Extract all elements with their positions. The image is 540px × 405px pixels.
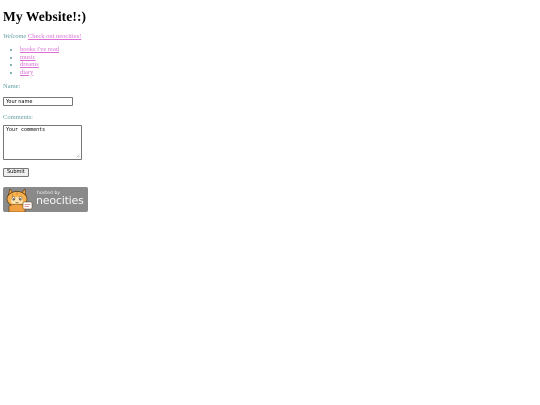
nav-list: books i've read music dreams diary	[3, 46, 533, 76]
cat-icon	[6, 188, 33, 212]
nav-item-dreams: dreams	[20, 61, 533, 69]
nav-item-diary: diary	[20, 69, 533, 77]
nav-link-diary[interactable]: diary	[20, 69, 33, 76]
name-input[interactable]	[3, 97, 73, 106]
nav-item-music: music	[20, 54, 533, 62]
neocities-badge[interactable]: hosted by neocities	[3, 187, 88, 212]
comments-wrapper: Your comments	[3, 125, 82, 160]
page: My Website!:) Welcome Check out neocitie…	[3, 0, 533, 212]
welcome-text: Welcome	[3, 33, 27, 40]
resize-grip-icon[interactable]	[76, 154, 80, 158]
page-title: My Website!:)	[3, 9, 87, 24]
name-label: Name:	[3, 83, 21, 90]
nav-link-music[interactable]: music	[20, 54, 36, 61]
submit-button[interactable]: Submit	[3, 168, 29, 177]
nav-item-books: books i've read	[20, 46, 533, 54]
badge-name-text: neocities	[36, 194, 84, 207]
nav-link-dreams[interactable]: dreams	[20, 61, 39, 68]
neocities-link[interactable]: Check out neocities!	[28, 33, 81, 40]
comments-label: Comments:	[3, 114, 33, 121]
nav-link-books[interactable]: books i've read	[20, 46, 59, 53]
welcome-line: Welcome Check out neocities!	[3, 33, 533, 41]
comments-textarea[interactable]: Your comments	[3, 125, 82, 160]
